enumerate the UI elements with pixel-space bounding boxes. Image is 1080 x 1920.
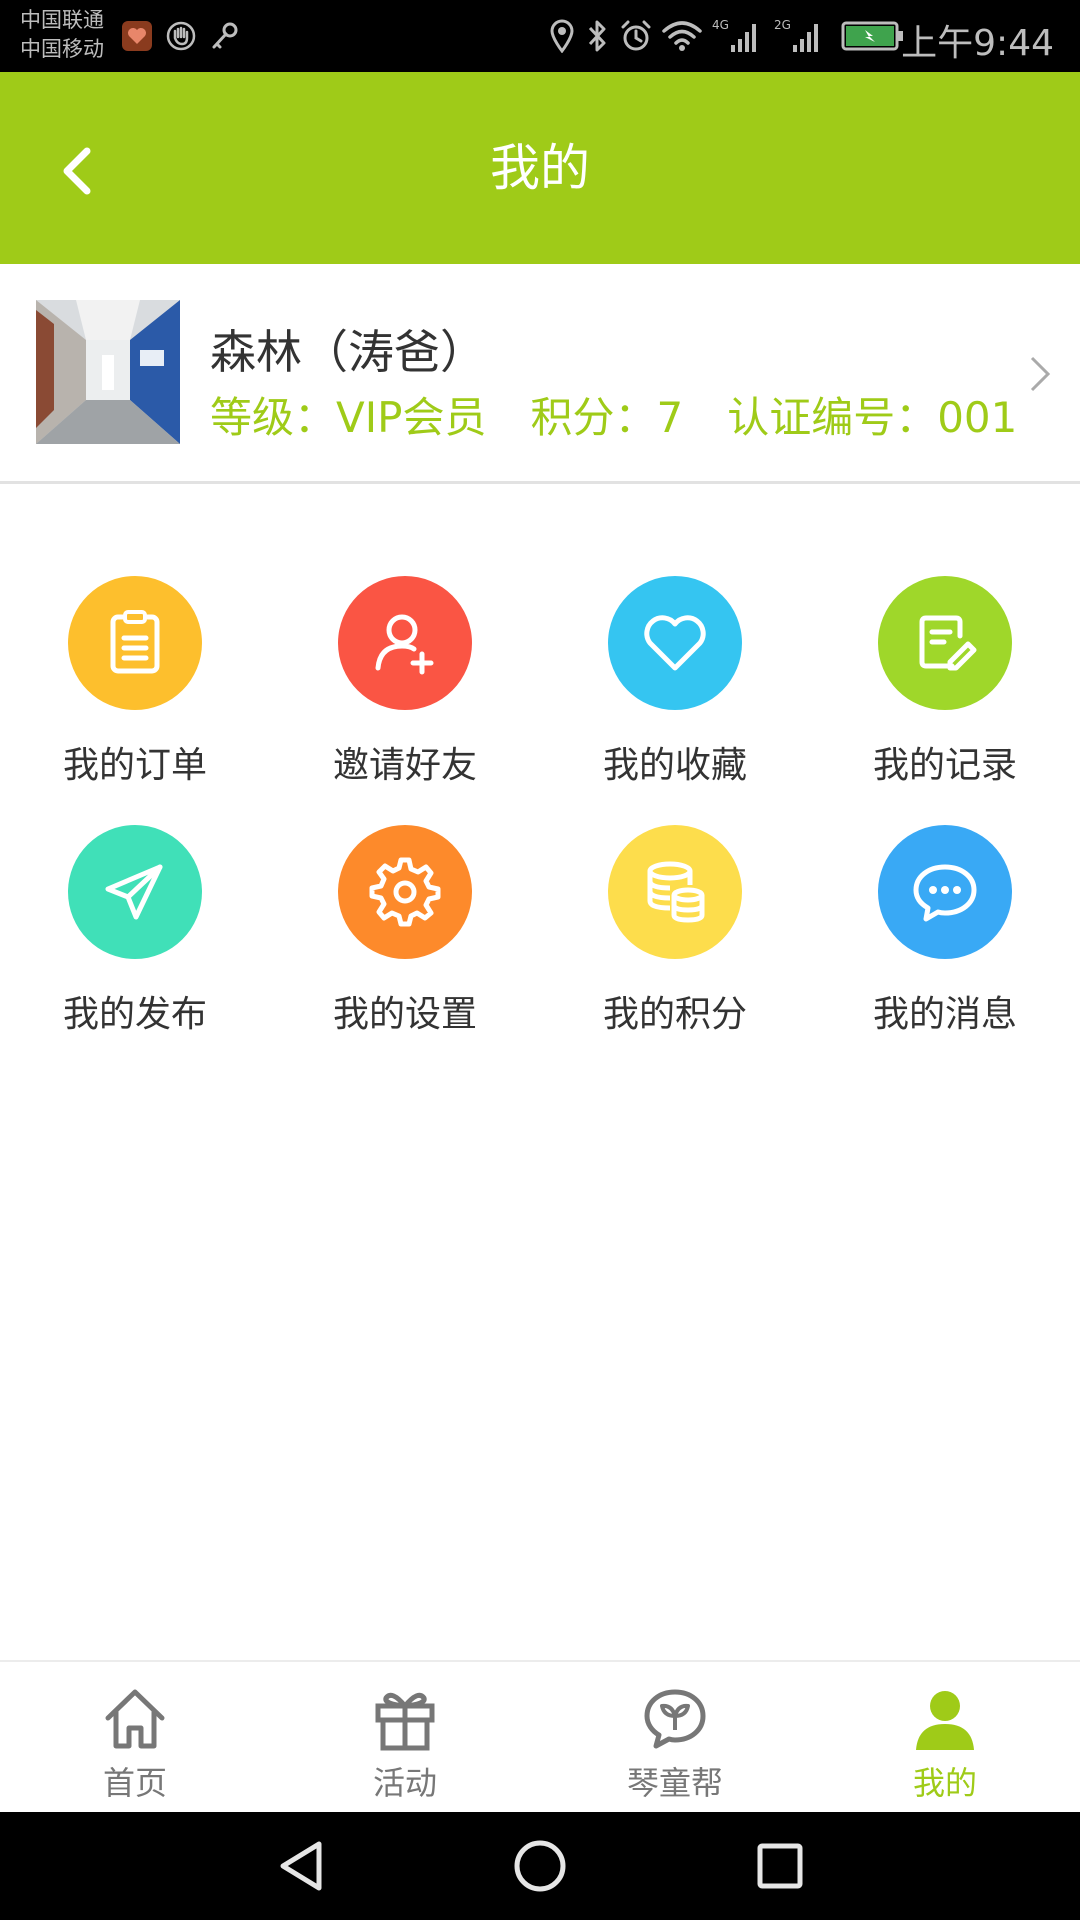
alarm-icon	[618, 18, 654, 54]
grid-item-records[interactable]: 我的记录	[810, 570, 1080, 800]
hand-icon	[164, 18, 198, 54]
profile-card[interactable]: 森林（涛爸） 等级：VIP会员 积分：7 认证编号：001	[0, 264, 1080, 484]
signal-icon: 2G	[772, 18, 824, 54]
nav-home[interactable]: 首页	[0, 1662, 270, 1812]
carrier-2: 中国移动	[20, 37, 104, 61]
grid-item-favorites[interactable]: 我的收藏	[540, 570, 810, 800]
nav-label: 首页	[102, 1764, 167, 1802]
bottom-nav: 首页 活动 琴童帮 我的	[0, 1660, 1080, 1812]
chevron-left-icon	[63, 147, 91, 195]
nav-label: 琴童帮	[626, 1764, 723, 1802]
sprout-chat-icon	[640, 1684, 710, 1754]
battery-icon	[840, 18, 906, 54]
grid-item-messages[interactable]: 我的消息	[810, 819, 1080, 1049]
wifi-icon	[660, 18, 704, 54]
nav-community[interactable]: 琴童帮	[540, 1662, 810, 1812]
grid-item-publish[interactable]: 我的发布	[0, 819, 270, 1049]
status-bar: 中国联通 中国移动 4G 2G 上午9:44	[0, 0, 1080, 72]
network-2g-label: 2G	[774, 18, 791, 32]
grid-item-settings[interactable]: 我的设置	[270, 819, 540, 1049]
grid-label: 我的消息	[872, 994, 1017, 1035]
nav-label: 我的	[912, 1764, 977, 1802]
recents-square-icon[interactable]	[745, 1834, 815, 1898]
system-nav-bar	[0, 1812, 1080, 1920]
avatar[interactable]	[36, 300, 180, 444]
grid-label: 我的积分	[602, 994, 747, 1035]
member-level: 等级：VIP会员	[210, 393, 487, 442]
carrier-1: 中国联通	[20, 8, 104, 32]
home-circle-icon[interactable]	[505, 1834, 575, 1898]
nav-label: 活动	[372, 1764, 437, 1802]
location-icon	[547, 18, 577, 54]
back-button[interactable]	[42, 132, 112, 210]
key-icon	[208, 18, 242, 54]
status-time: 上午9:44	[901, 23, 1054, 64]
add-user-icon	[338, 576, 472, 710]
coins-stack-icon	[608, 825, 742, 959]
profile-meta: 等级：VIP会员 积分：7 认证编号：001	[210, 384, 1061, 445]
grid-label: 我的发布	[62, 994, 207, 1035]
grid-item-orders[interactable]: 我的订单	[0, 570, 270, 800]
heart-app-icon	[120, 18, 154, 54]
paper-plane-icon	[68, 825, 202, 959]
grid-item-points[interactable]: 我的积分	[540, 819, 810, 1049]
grid-label: 我的订单	[62, 745, 207, 786]
nav-activities[interactable]: 活动	[270, 1662, 540, 1812]
home-icon	[100, 1684, 170, 1754]
grid-label: 我的记录	[872, 745, 1017, 786]
grid-label: 我的收藏	[602, 745, 747, 786]
app-header: 我的	[0, 72, 1080, 264]
member-points: 积分：7	[530, 393, 684, 442]
bluetooth-icon	[584, 18, 610, 54]
grid-item-invite[interactable]: 邀请好友	[270, 570, 540, 800]
cert-number: 认证编号：001	[727, 393, 1018, 442]
heart-icon	[608, 576, 742, 710]
user-icon	[910, 1684, 980, 1754]
gift-icon	[370, 1684, 440, 1754]
page-title: 我的	[490, 139, 590, 197]
user-name: 森林（涛爸）	[210, 325, 486, 379]
back-triangle-icon[interactable]	[266, 1834, 336, 1898]
edit-note-icon	[878, 576, 1012, 710]
chat-bubble-icon	[878, 825, 1012, 959]
clipboard-icon	[68, 576, 202, 710]
network-4g-label: 4G	[712, 18, 729, 32]
signal-icon: 4G	[710, 18, 762, 54]
carrier-names: 中国联通 中国移动	[20, 6, 104, 64]
grid-label: 邀请好友	[332, 745, 477, 786]
grid-label: 我的设置	[332, 994, 477, 1035]
gear-icon	[338, 825, 472, 959]
nav-mine[interactable]: 我的	[810, 1662, 1080, 1812]
chevron-right-icon	[1030, 356, 1051, 392]
